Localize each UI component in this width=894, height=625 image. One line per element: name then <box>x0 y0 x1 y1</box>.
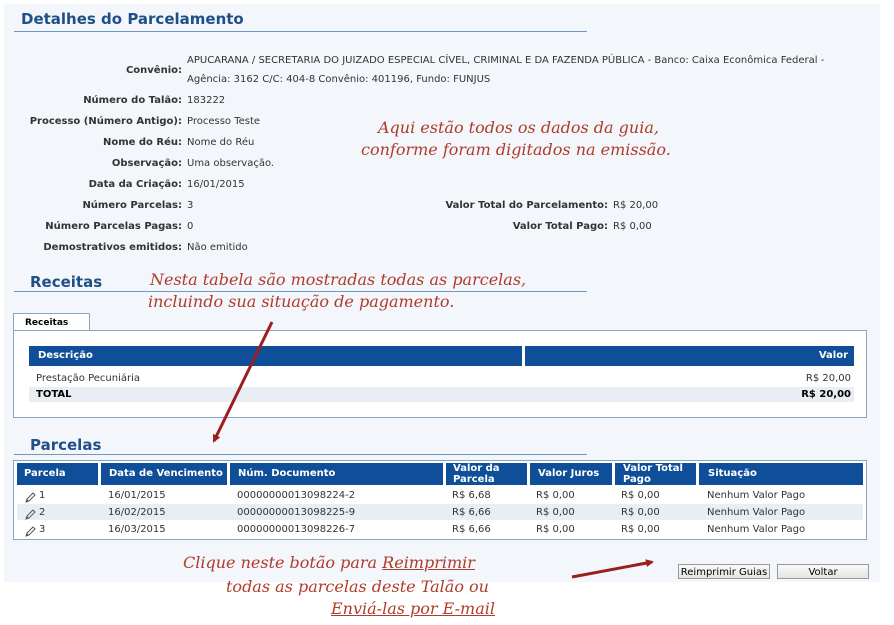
arrow-to-parcelas <box>212 321 274 443</box>
arrow-to-reimprimir <box>571 559 654 579</box>
annotation-arrows <box>212 321 654 579</box>
